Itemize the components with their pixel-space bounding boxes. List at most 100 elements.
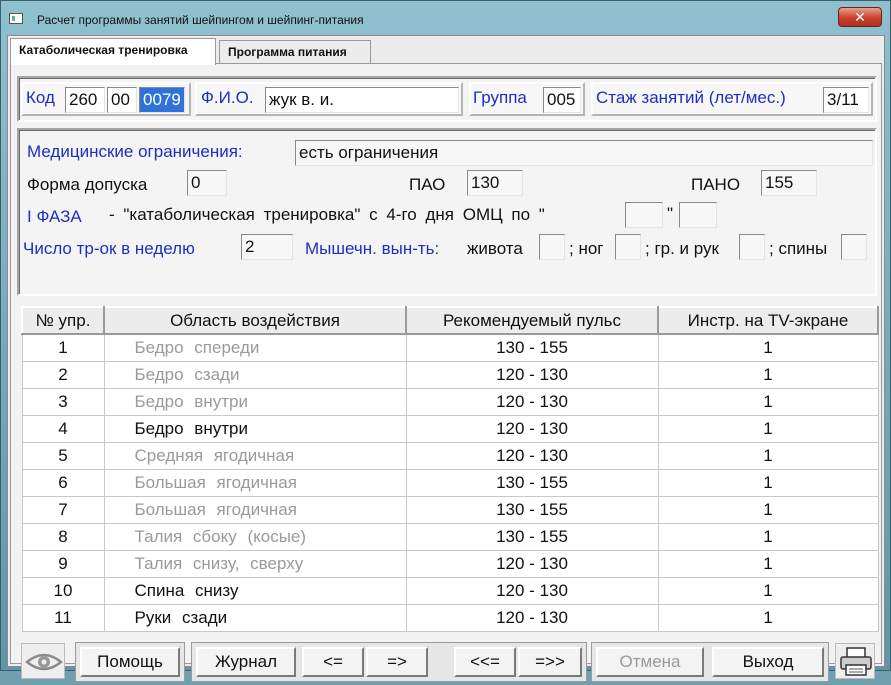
form-field[interactable]: 0 (187, 170, 227, 196)
exercise-instr-cell[interactable]: 1 (657, 576, 879, 605)
exercise-pulse-cell[interactable]: 120 - 130 (405, 549, 659, 578)
exercise-pulse-cell[interactable]: 120 - 130 (405, 360, 659, 389)
tab-catabolic-training[interactable]: Катаболическая тренировка (10, 38, 216, 65)
exercise-pulse-cell[interactable]: 130 - 155 (405, 495, 659, 524)
col-header-instr[interactable]: Инстр. на TV-экране (657, 306, 879, 335)
exercise-num-cell[interactable]: 8 (21, 522, 105, 551)
kod-field-3[interactable]: 0079 (139, 87, 185, 113)
exercise-num-cell[interactable]: 6 (21, 468, 105, 497)
header-section: Код 260 00 0079 Ф.И.О. жук в. и. Группа … (17, 76, 877, 122)
exercise-num-cell[interactable]: 7 (21, 495, 105, 524)
fio-field[interactable]: жук в. и. (265, 87, 459, 113)
client-area: Катаболическая тренировка Программа пита… (7, 35, 885, 682)
exercise-instr-cell[interactable]: 1 (657, 468, 879, 497)
last-button[interactable]: =>> (518, 647, 582, 677)
kod-label: Код (26, 88, 55, 107)
exercise-area-cell[interactable]: Бедро внутри (103, 387, 407, 416)
exercise-num-cell[interactable]: 3 (21, 387, 105, 416)
exercise-instr-cell[interactable]: 1 (657, 387, 879, 416)
exercise-pulse-cell[interactable]: 120 - 130 (405, 576, 659, 605)
exercise-instr-cell[interactable]: 1 (657, 441, 879, 470)
eye-icon[interactable] (21, 643, 65, 679)
exercise-area-cell[interactable]: Большая ягодичная (103, 495, 407, 524)
exercise-pulse-cell[interactable]: 130 - 155 (405, 333, 659, 362)
stazh-field[interactable]: 3/11 (823, 87, 869, 113)
prev-button[interactable]: <= (302, 647, 364, 677)
table-row[interactable]: 7 Большая ягодичная 130 - 155 1 (21, 495, 879, 524)
exercise-pulse-cell[interactable]: 120 - 130 (405, 603, 659, 632)
table-row[interactable]: 10 Спина снизу 120 - 130 1 (21, 576, 879, 605)
exercise-area-cell[interactable]: Большая ягодичная (103, 468, 407, 497)
exercise-instr-cell[interactable]: 1 (657, 603, 879, 632)
exit-button[interactable]: Выход (712, 647, 824, 677)
cancel-button[interactable]: Отмена (596, 647, 704, 677)
exercise-num-cell[interactable]: 5 (21, 441, 105, 470)
title-bar: Расчет программы занятий шейпингом и шей… (1, 1, 890, 35)
per-week-field[interactable]: 2 (241, 234, 293, 260)
table-row[interactable]: 4 Бедро внутри 120 - 130 1 (21, 414, 879, 443)
table-row[interactable]: 2 Бедро сзади 120 - 130 1 (21, 360, 879, 389)
pano-field[interactable]: 155 (761, 170, 817, 196)
tab-nutrition-program[interactable]: Программа питания (219, 40, 371, 64)
app-window: Расчет программы занятий шейпингом и шей… (0, 0, 891, 682)
table-row[interactable]: 9 Талия снизу, сверху 120 - 130 1 (21, 549, 879, 578)
exercise-pulse-cell[interactable]: 120 - 130 (405, 387, 659, 416)
journal-button[interactable]: Журнал (196, 647, 296, 677)
first-button[interactable]: <<= (454, 647, 516, 677)
exercise-instr-cell[interactable]: 1 (657, 360, 879, 389)
col-header-area[interactable]: Область воздействия (103, 306, 407, 335)
exercise-pulse-cell[interactable]: 130 - 155 (405, 468, 659, 497)
exercise-num-cell[interactable]: 10 (21, 576, 105, 605)
group-field[interactable]: 005 (543, 87, 581, 113)
exercise-instr-cell[interactable]: 1 (657, 549, 879, 578)
exercise-num-cell[interactable]: 11 (21, 603, 105, 632)
phase-end-field[interactable] (679, 202, 717, 228)
exercise-instr-cell[interactable]: 1 (657, 495, 879, 524)
kod-box: Код 260 00 0079 (21, 82, 191, 116)
col-header-pulse[interactable]: Рекомендуемый пульс (405, 306, 659, 335)
printer-icon[interactable] (835, 643, 875, 679)
exercise-area-cell[interactable]: Руки сзади (103, 603, 407, 632)
kod-field-1[interactable]: 260 (65, 87, 105, 113)
exercise-area-cell[interactable]: Бедро спереди (103, 333, 407, 362)
table-row[interactable]: 3 Бедро внутри 120 - 130 1 (21, 387, 879, 416)
muscle-legs-field[interactable] (615, 234, 641, 260)
muscle-abs-field[interactable] (539, 234, 565, 260)
muscle-chest-field[interactable] (739, 234, 765, 260)
exercise-num-cell[interactable]: 4 (21, 414, 105, 443)
table-row[interactable]: 11 Руки сзади 120 - 130 1 (21, 603, 879, 632)
table-row[interactable]: 5 Средняя ягодичная 120 - 130 1 (21, 441, 879, 470)
phase-day-field[interactable] (625, 202, 663, 228)
muscle-abs-label: живота (467, 239, 523, 258)
exercise-pulse-cell[interactable]: 120 - 130 (405, 414, 659, 443)
exercise-instr-cell[interactable]: 1 (657, 522, 879, 551)
exercise-num-cell[interactable]: 2 (21, 360, 105, 389)
table-row[interactable]: 8 Талия сбоку (косые) 130 - 155 1 (21, 522, 879, 551)
help-button[interactable]: Помощь (80, 647, 180, 677)
table-row[interactable]: 6 Большая ягодичная 130 - 155 1 (21, 468, 879, 497)
muscle-back-label: ; спины (769, 239, 828, 258)
pao-field[interactable]: 130 (467, 170, 523, 196)
fio-box: Ф.И.О. жук в. и. (195, 82, 463, 116)
restrictions-field[interactable]: есть ограничения (295, 140, 873, 166)
phase-text: - "катаболическая тренировка" с 4-го дня… (109, 205, 545, 224)
exercise-instr-cell[interactable]: 1 (657, 414, 879, 443)
close-button[interactable]: ✕ (838, 7, 882, 27)
exercise-area-cell[interactable]: Талия снизу, сверху (103, 549, 407, 578)
muscle-back-field[interactable] (841, 234, 867, 260)
exercise-table: № упр. Область воздействия Рекомендуемый… (21, 306, 879, 632)
exercise-area-cell[interactable]: Бедро внутри (103, 414, 407, 443)
next-button[interactable]: => (366, 647, 428, 677)
exercise-num-cell[interactable]: 1 (21, 333, 105, 362)
table-row[interactable]: 1 Бедро спереди 130 - 155 1 (21, 333, 879, 362)
exercise-pulse-cell[interactable]: 130 - 155 (405, 522, 659, 551)
exercise-num-cell[interactable]: 9 (21, 549, 105, 578)
exercise-instr-cell[interactable]: 1 (657, 333, 879, 362)
kod-field-2[interactable]: 00 (107, 87, 137, 113)
exercise-area-cell[interactable]: Спина снизу (103, 576, 407, 605)
exercise-area-cell[interactable]: Талия сбоку (косые) (103, 522, 407, 551)
col-header-num[interactable]: № упр. (21, 306, 105, 335)
exercise-pulse-cell[interactable]: 120 - 130 (405, 441, 659, 470)
exercise-area-cell[interactable]: Бедро сзади (103, 360, 407, 389)
exercise-area-cell[interactable]: Средняя ягодичная (103, 441, 407, 470)
